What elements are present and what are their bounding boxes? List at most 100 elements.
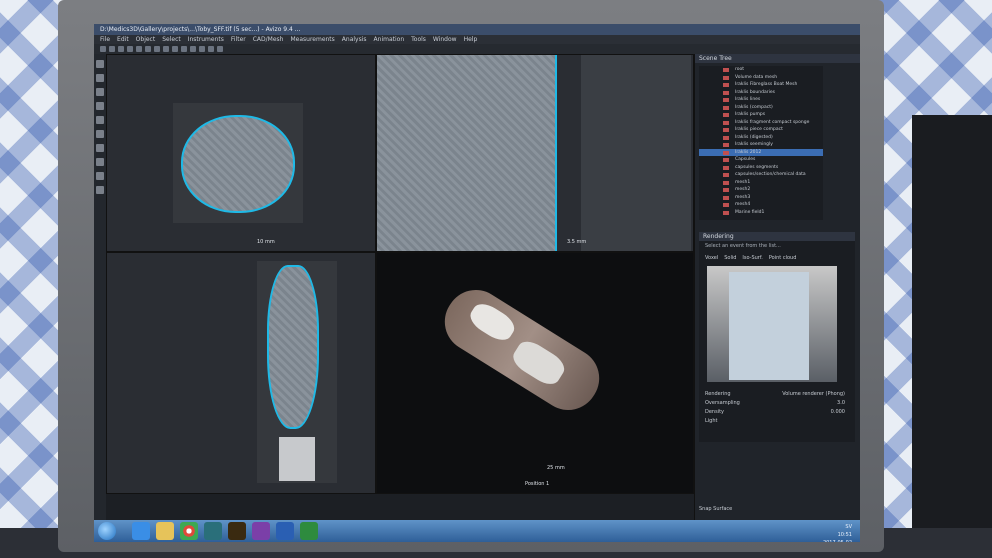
- tree-row[interactable]: Iraklis lines: [699, 96, 823, 104]
- tree-row[interactable]: mesh4: [699, 201, 823, 209]
- avizo-icon[interactable]: [204, 522, 222, 540]
- value-rendering[interactable]: Volume renderer (Phong): [782, 390, 845, 399]
- tree-row[interactable]: Iraklis piece compact: [699, 126, 823, 134]
- tab-solid[interactable]: Solid: [724, 255, 736, 261]
- rendering-dropdown[interactable]: Select an event from the list...: [699, 241, 855, 251]
- scan-background: [581, 55, 691, 251]
- eraser-tool-icon[interactable]: [96, 158, 104, 166]
- tree-row[interactable]: Iraklis (digested): [699, 134, 823, 142]
- toolbar: [94, 44, 860, 54]
- tree-row[interactable]: Iraklis pumps: [699, 111, 823, 119]
- toolbar-button[interactable]: [199, 46, 205, 52]
- lasso-tool-icon[interactable]: [96, 130, 104, 138]
- tree-row[interactable]: Iraklis boundaries: [699, 89, 823, 97]
- toolbar-button[interactable]: [163, 46, 169, 52]
- tab-pointcloud[interactable]: Point cloud: [769, 255, 797, 261]
- crop-tool-icon[interactable]: [96, 186, 104, 194]
- value-oversampling[interactable]: 3.0: [837, 399, 845, 408]
- snap-status[interactable]: Snap Surface: [699, 506, 732, 512]
- viewport-3d[interactable]: 25 mm Position 1: [376, 252, 694, 494]
- menu-window[interactable]: Window: [433, 35, 457, 44]
- rotate-tool-icon[interactable]: [96, 102, 104, 110]
- toolbar-button[interactable]: [118, 46, 124, 52]
- scale-label: 25 mm: [547, 465, 565, 471]
- toolbar-button[interactable]: [145, 46, 151, 52]
- scene-tree[interactable]: root Volume data mesh Iraklis Fibreglass…: [699, 66, 823, 220]
- tree-row[interactable]: capsules/section/chemical data: [699, 171, 823, 179]
- tree-row[interactable]: Volume data mesh: [699, 74, 823, 82]
- onenote-icon[interactable]: [252, 522, 270, 540]
- viewport-zoom[interactable]: 3.5 mm: [376, 54, 694, 252]
- illustrator-icon[interactable]: [228, 522, 246, 540]
- pan-tool-icon[interactable]: [96, 88, 104, 96]
- toolbar-button[interactable]: [217, 46, 223, 52]
- toolbar-button[interactable]: [181, 46, 187, 52]
- left-tool-strip: [94, 54, 106, 520]
- ie-icon[interactable]: [132, 522, 150, 540]
- folder-icon[interactable]: [156, 522, 174, 540]
- toolbar-button[interactable]: [154, 46, 160, 52]
- menubar: File Edit Object Select Instruments Filt…: [94, 35, 860, 44]
- tree-row[interactable]: Iraklis seemingly: [699, 141, 823, 149]
- menu-animation[interactable]: Animation: [374, 35, 405, 44]
- tree-row[interactable]: mesh3: [699, 194, 823, 202]
- menu-measurements[interactable]: Measurements: [290, 35, 334, 44]
- chrome-icon[interactable]: [180, 522, 198, 540]
- clock-time[interactable]: 10:51: [823, 531, 852, 539]
- tree-row[interactable]: capsules segments: [699, 164, 823, 172]
- scan-field: [173, 103, 303, 223]
- menu-file[interactable]: File: [100, 35, 110, 44]
- sample-cross-section: [181, 115, 295, 213]
- monitor-screen: D:\Medics3D\Gallery\projects\...\Toby_SF…: [94, 24, 860, 542]
- tree-row[interactable]: Marine field1: [699, 209, 823, 217]
- menu-select[interactable]: Select: [162, 35, 181, 44]
- sample-longitudinal: [267, 265, 319, 429]
- viewport-sagittal[interactable]: [106, 252, 376, 494]
- light-section[interactable]: Light: [705, 417, 845, 426]
- teamviewer-icon[interactable]: [276, 522, 294, 540]
- tree-row[interactable]: Capsules: [699, 156, 823, 164]
- clock-date[interactable]: 2017-05-02: [823, 539, 852, 542]
- measure-tool-icon[interactable]: [96, 116, 104, 124]
- toolbar-button[interactable]: [100, 46, 106, 52]
- excel-icon[interactable]: [300, 522, 318, 540]
- position-readout: Position 1: [525, 481, 550, 487]
- tree-row[interactable]: Iraklis Fibreglass Boat Mesh: [699, 81, 823, 89]
- brush-tool-icon[interactable]: [96, 144, 104, 152]
- viewport-axial[interactable]: 10 mm: [106, 54, 376, 252]
- menu-edit[interactable]: Edit: [117, 35, 129, 44]
- toolbar-button[interactable]: [172, 46, 178, 52]
- menu-filter[interactable]: Filter: [231, 35, 246, 44]
- menu-analysis[interactable]: Analysis: [342, 35, 367, 44]
- value-density[interactable]: 0.000: [831, 408, 845, 417]
- toolbar-button[interactable]: [127, 46, 133, 52]
- label-oversampling: Oversampling: [705, 400, 740, 406]
- language-indicator[interactable]: SV: [823, 523, 852, 531]
- tree-row[interactable]: Iraklis fragment compact sponge: [699, 119, 823, 127]
- menu-help[interactable]: Help: [464, 35, 478, 44]
- transfer-function-preview[interactable]: [707, 266, 837, 382]
- taskbar: SV 10:51 2017-05-02: [94, 520, 860, 542]
- tab-isosurf[interactable]: Iso-Surf.: [742, 255, 762, 261]
- zoom-tool-icon[interactable]: [96, 74, 104, 82]
- menu-tools[interactable]: Tools: [411, 35, 426, 44]
- speaker: [912, 115, 992, 558]
- tree-row-selected[interactable]: Iraklis 2012: [699, 148, 823, 156]
- toolbar-button[interactable]: [208, 46, 214, 52]
- start-button-icon[interactable]: [98, 522, 116, 540]
- scan-field: [257, 261, 337, 483]
- toolbar-button[interactable]: [109, 46, 115, 52]
- pointer-tool-icon[interactable]: [96, 60, 104, 68]
- tree-row[interactable]: Iraklis (compact): [699, 104, 823, 112]
- tree-row[interactable]: root: [699, 66, 823, 74]
- menu-instruments[interactable]: Instruments: [188, 35, 224, 44]
- tab-voxel[interactable]: Voxel: [705, 255, 718, 261]
- tree-row[interactable]: mesh2: [699, 186, 823, 194]
- fill-tool-icon[interactable]: [96, 172, 104, 180]
- window-title: D:\Medics3D\Gallery\projects\...\Toby_SF…: [94, 24, 860, 35]
- toolbar-button[interactable]: [136, 46, 142, 52]
- tree-row[interactable]: mesh1: [699, 179, 823, 187]
- menu-cadmesh[interactable]: CAD/Mesh: [253, 35, 284, 44]
- toolbar-button[interactable]: [190, 46, 196, 52]
- menu-object[interactable]: Object: [136, 35, 156, 44]
